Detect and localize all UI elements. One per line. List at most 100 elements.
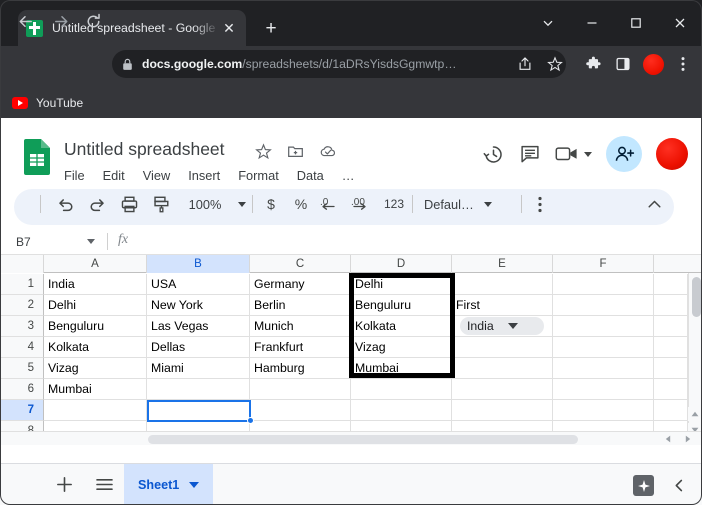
document-title[interactable]: Untitled spreadsheet xyxy=(64,139,225,160)
maximize-icon[interactable] xyxy=(614,6,658,40)
cell-g6[interactable] xyxy=(654,379,688,400)
column-header-e[interactable]: E xyxy=(452,255,553,273)
column-header-f[interactable]: F xyxy=(553,255,654,273)
cell-d6[interactable] xyxy=(351,379,452,400)
chrome-menu-icon[interactable] xyxy=(668,50,698,78)
fill-handle[interactable] xyxy=(247,417,254,424)
more-formats-button[interactable]: 123 xyxy=(380,186,408,222)
sheet-tab-sheet1[interactable]: Sheet1 xyxy=(124,464,213,505)
cell-b3[interactable]: Las Vegas xyxy=(147,316,250,337)
zoom-chevron-down-icon[interactable] xyxy=(232,186,252,222)
new-tab-button[interactable]: + xyxy=(258,16,284,42)
cell-d3[interactable]: Kolkata xyxy=(351,316,452,337)
chevron-down-icon[interactable] xyxy=(584,152,592,157)
share-button[interactable] xyxy=(606,136,642,172)
back-arrow-icon[interactable] xyxy=(12,8,38,34)
chevron-down-icon[interactable] xyxy=(189,482,199,488)
column-header-d[interactable]: D xyxy=(351,255,452,273)
cell-d4[interactable]: Vizag xyxy=(351,337,452,358)
cell-c6[interactable] xyxy=(250,379,351,400)
cell-g3[interactable] xyxy=(654,316,688,337)
minimize-icon[interactable] xyxy=(570,6,614,40)
menu-more[interactable]: … xyxy=(342,168,355,183)
column-header-a[interactable]: A xyxy=(44,255,147,273)
cell-b6[interactable] xyxy=(147,379,250,400)
row-header-2[interactable]: 2 xyxy=(0,295,44,316)
decrease-decimal-button[interactable]: .0 xyxy=(316,186,346,222)
vertical-scrollbar[interactable] xyxy=(688,273,702,427)
star-icon[interactable] xyxy=(255,143,272,160)
extensions-puzzle-icon[interactable] xyxy=(578,50,608,78)
cell-b5[interactable]: Miami xyxy=(147,358,250,379)
close-icon[interactable] xyxy=(658,6,702,40)
cell-e5[interactable] xyxy=(452,358,553,379)
cell-d5[interactable]: Mumbai xyxy=(351,358,452,379)
cell-d2[interactable]: Benguluru xyxy=(351,295,452,316)
side-panel-icon[interactable] xyxy=(608,50,638,78)
column-header-c[interactable]: C xyxy=(250,255,351,273)
cell-f1[interactable] xyxy=(553,274,654,295)
cell-a7[interactable] xyxy=(44,400,147,421)
menu-data[interactable]: Data xyxy=(297,168,324,183)
vertical-scrollbar-thumb[interactable] xyxy=(692,277,701,317)
cell-e2[interactable]: First xyxy=(452,295,553,316)
cell-a4[interactable]: Kolkata xyxy=(44,337,147,358)
cloud-saved-icon[interactable] xyxy=(319,143,337,160)
row-header-3[interactable]: 3 xyxy=(0,316,44,337)
cell-e4[interactable] xyxy=(452,337,553,358)
cell-a5[interactable]: Vizag xyxy=(44,358,147,379)
cell-g7[interactable] xyxy=(654,400,688,421)
move-to-folder-icon[interactable] xyxy=(287,143,304,160)
cell-f4[interactable] xyxy=(553,337,654,358)
cell-a1[interactable]: India xyxy=(44,274,147,295)
menu-view[interactable]: View xyxy=(143,168,171,183)
collapse-icon[interactable] xyxy=(669,475,690,496)
profile-avatar[interactable] xyxy=(638,50,668,78)
undo-icon[interactable] xyxy=(50,186,80,222)
horizontal-scrollbar-thumb[interactable] xyxy=(148,435,578,444)
scroll-right-arrow-icon[interactable] xyxy=(682,434,694,444)
cell-b2[interactable]: New York xyxy=(147,295,250,316)
share-icon[interactable] xyxy=(510,50,540,78)
cell-c5[interactable]: Hamburg xyxy=(250,358,351,379)
currency-format-button[interactable]: $ xyxy=(258,186,284,222)
cell-c4[interactable]: Frankfurt xyxy=(250,337,351,358)
dropdown-chip-india[interactable]: India xyxy=(460,317,544,335)
scroll-up-arrow-icon[interactable] xyxy=(688,407,702,421)
scroll-left-arrow-icon[interactable] xyxy=(662,434,674,444)
menu-format[interactable]: Format xyxy=(238,168,279,183)
cell-c1[interactable]: Germany xyxy=(250,274,351,295)
row-header-6[interactable]: 6 xyxy=(0,379,44,400)
zoom-level[interactable]: 100% xyxy=(176,186,234,222)
menu-file[interactable]: File xyxy=(64,168,85,183)
cell-g2[interactable] xyxy=(654,295,688,316)
tab-search-chevron-icon[interactable] xyxy=(526,6,570,40)
cell-e1[interactable] xyxy=(452,274,553,295)
comment-icon[interactable] xyxy=(519,143,541,165)
cell-e6[interactable] xyxy=(452,379,553,400)
tab-close-icon[interactable]: ✕ xyxy=(220,19,238,37)
cell-d1[interactable]: Delhi xyxy=(351,274,452,295)
more-options-icon[interactable] xyxy=(527,186,553,222)
spreadsheet-grid[interactable]: A B C D E F 1 2 3 4 5 6 7 8 India Delhi … xyxy=(0,255,702,445)
cell-c2[interactable]: Berlin xyxy=(250,295,351,316)
bookmark-youtube[interactable]: YouTube xyxy=(12,96,83,110)
cell-a2[interactable]: Delhi xyxy=(44,295,147,316)
cell-a3[interactable]: Benguluru xyxy=(44,316,147,337)
column-header-b[interactable]: B xyxy=(147,255,250,273)
cell-e7[interactable] xyxy=(452,400,553,421)
reload-icon[interactable] xyxy=(80,8,106,34)
row-header-1[interactable]: 1 xyxy=(0,274,44,295)
cell-f7[interactable] xyxy=(553,400,654,421)
name-box[interactable]: B7 xyxy=(8,228,103,255)
row-header-4[interactable]: 4 xyxy=(0,337,44,358)
all-sheets-icon[interactable] xyxy=(84,464,124,505)
collapse-toolbar-icon[interactable] xyxy=(640,186,668,222)
add-sheet-button[interactable] xyxy=(44,464,84,505)
version-history-icon[interactable] xyxy=(482,143,505,166)
cell-f5[interactable] xyxy=(553,358,654,379)
cell-c3[interactable]: Munich xyxy=(250,316,351,337)
column-header-g[interactable] xyxy=(654,255,688,273)
percent-format-button[interactable]: % xyxy=(288,186,314,222)
row-header-7[interactable]: 7 xyxy=(0,400,44,421)
